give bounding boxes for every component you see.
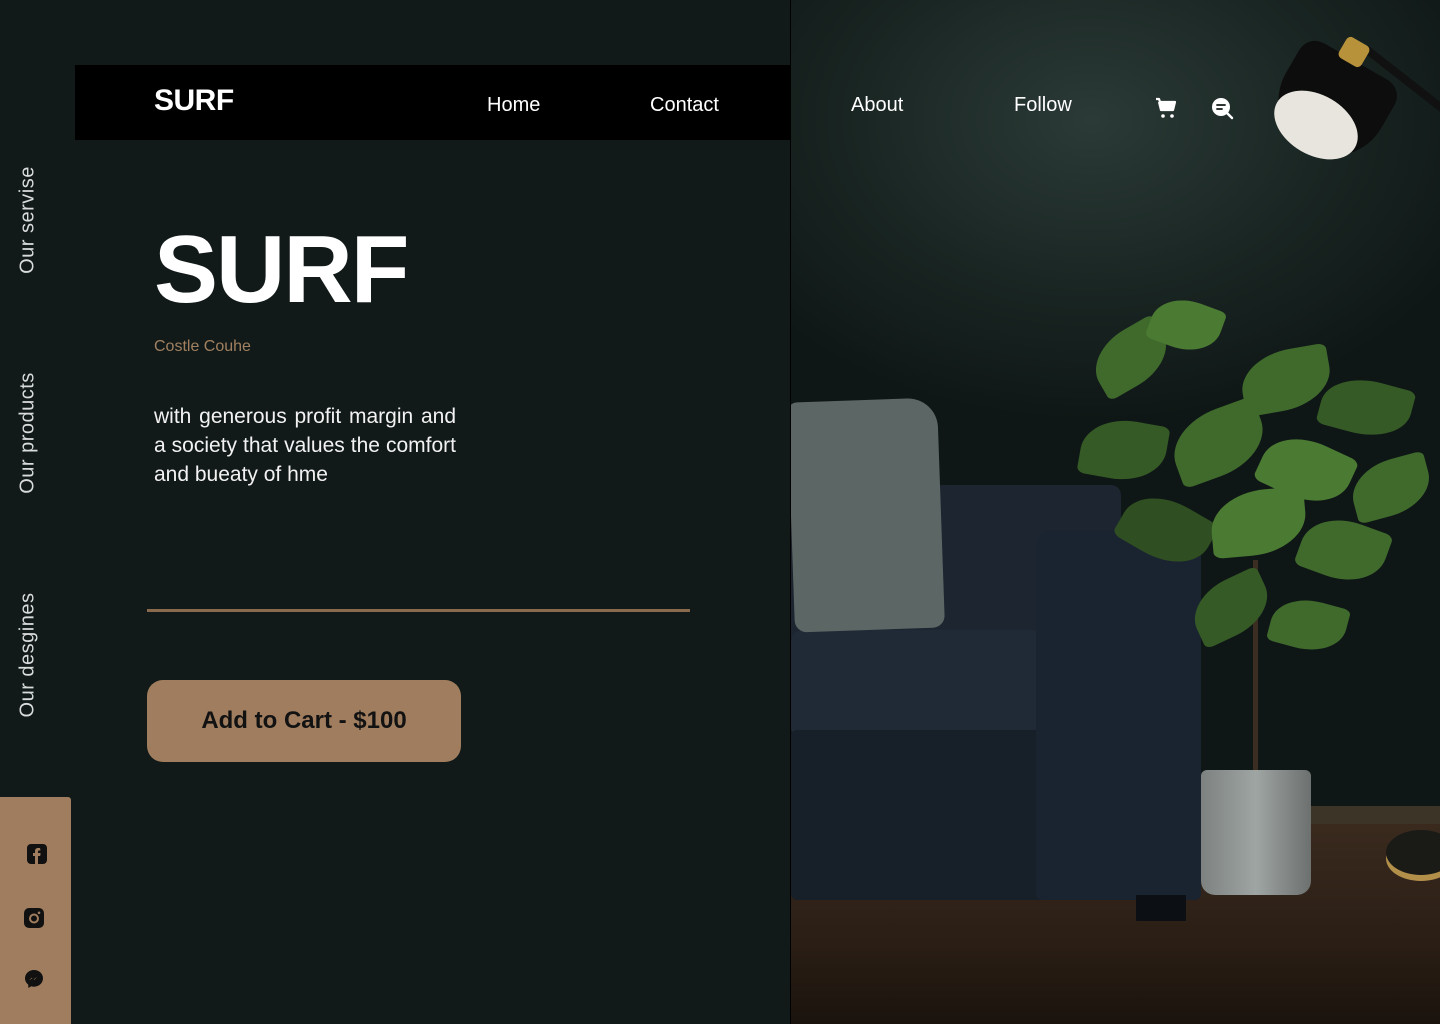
messenger-icon[interactable] [23, 968, 45, 990]
nav-follow[interactable]: Follow [1014, 94, 1072, 117]
cart-icon[interactable] [1154, 96, 1178, 120]
hero-description: with generous profit margin and a societ… [154, 405, 456, 486]
sofa-arm [1036, 530, 1201, 900]
hero-image [790, 0, 1440, 1024]
nav-home[interactable]: Home [487, 94, 540, 117]
facebook-icon[interactable] [26, 843, 48, 865]
social-panel [0, 797, 71, 1024]
side-nav-services[interactable]: Our servise [17, 166, 40, 274]
pillow [791, 397, 945, 633]
plant-leaf [1265, 591, 1352, 659]
logo[interactable]: SURF [154, 84, 234, 118]
nav-contact[interactable]: Contact [650, 94, 719, 117]
add-to-cart-button[interactable]: Add to Cart - $100 [147, 680, 461, 762]
instagram-icon[interactable] [23, 907, 45, 929]
plant-leaf [1345, 450, 1437, 525]
sofa-foot [1136, 895, 1186, 921]
hero-subtitle: Costle Couhe [154, 338, 251, 355]
plant-leaf [1293, 507, 1394, 593]
hero-title: SURF [154, 216, 409, 323]
plant-pot [1201, 770, 1311, 895]
search-icon[interactable] [1210, 96, 1234, 120]
nav-about[interactable]: About [851, 94, 903, 117]
side-nav-products[interactable]: Our products [17, 372, 40, 494]
plant-leaf [1315, 369, 1417, 446]
plant-leaf [1208, 485, 1309, 560]
side-nav-designs[interactable]: Our desgines [17, 593, 40, 718]
plant-leaf [1076, 413, 1171, 487]
divider [147, 609, 690, 612]
